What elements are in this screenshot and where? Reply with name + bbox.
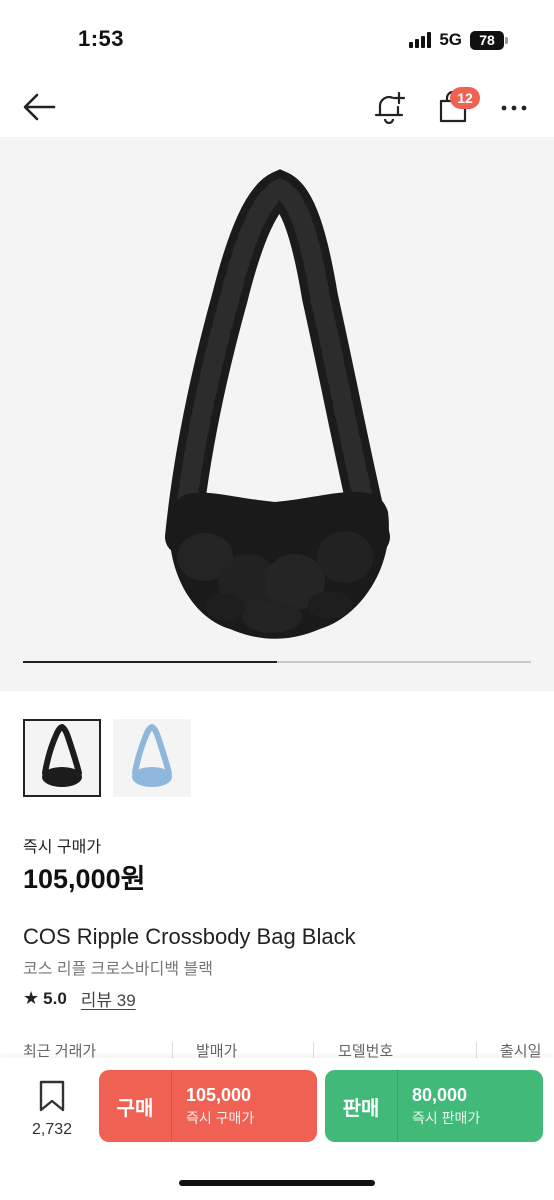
blue-bag-thumbnail[interactable] xyxy=(113,719,191,797)
battery-level: 78 xyxy=(470,30,504,50)
product-image-carousel[interactable] xyxy=(0,137,554,691)
instant-buy-price-label: 즉시 구매가 xyxy=(23,839,102,856)
back-arrow-icon[interactable] xyxy=(22,92,56,122)
star-icon: ★ xyxy=(23,988,40,1008)
cart-count-badge: 12 xyxy=(450,87,480,109)
nav-bar: 12 xyxy=(0,80,554,136)
carousel-progress-fill xyxy=(23,661,277,663)
bottom-action-bar: 2,732 구매 105,000 즉시 구매가 판매 80,000 즉시 판매가 xyxy=(0,1058,554,1200)
review-link[interactable]: 리뷰 39 xyxy=(81,986,136,1011)
bookmark-icon xyxy=(39,1080,65,1112)
status-bar: 1:53 5G 78 xyxy=(0,0,554,80)
rating-value: 5.0 xyxy=(43,988,67,1008)
buy-button-label: 구매 xyxy=(116,1097,154,1120)
sell-button[interactable]: 판매 80,000 즉시 판매가 xyxy=(325,1070,543,1142)
buy-button-price: 105,000 xyxy=(186,1084,252,1105)
product-info-header: 최근 거래가 발매가 모델번호 출시일 xyxy=(0,1030,554,1060)
instant-buy-price: 105,000원 xyxy=(23,864,146,894)
bag-image xyxy=(165,169,390,639)
sell-button-price: 80,000 xyxy=(412,1084,468,1105)
carousel-progress xyxy=(23,661,531,663)
bell-plus-icon[interactable] xyxy=(372,90,406,124)
product-name: COS Ripple Crossbody Bag Black xyxy=(23,924,356,949)
wishlist-count: 2,732 xyxy=(31,1121,73,1138)
signal-icon xyxy=(409,32,432,48)
network-type: 5G xyxy=(439,30,462,49)
more-icon[interactable] xyxy=(500,92,528,122)
black-bag-thumbnail[interactable] xyxy=(23,719,101,797)
status-indicators: 5G 78 xyxy=(409,30,508,50)
home-indicator xyxy=(179,1180,375,1186)
status-time: 1:53 xyxy=(78,26,125,51)
buy-button[interactable]: 구매 105,000 즉시 구매가 xyxy=(99,1070,317,1142)
rating-row: ★ 5.0 리뷰 39 xyxy=(23,986,136,1011)
thumbnail-list xyxy=(23,719,191,797)
product-korean-name: 코스 리플 크로스바디백 블랙 xyxy=(23,961,213,978)
sell-button-label: 판매 xyxy=(342,1097,380,1120)
sell-button-sub: 즉시 판매가 xyxy=(412,1109,481,1126)
battery-icon: 78 xyxy=(470,30,508,50)
wishlist-button[interactable]: 2,732 xyxy=(24,1080,80,1139)
buy-button-sub: 즉시 구매가 xyxy=(186,1109,255,1126)
